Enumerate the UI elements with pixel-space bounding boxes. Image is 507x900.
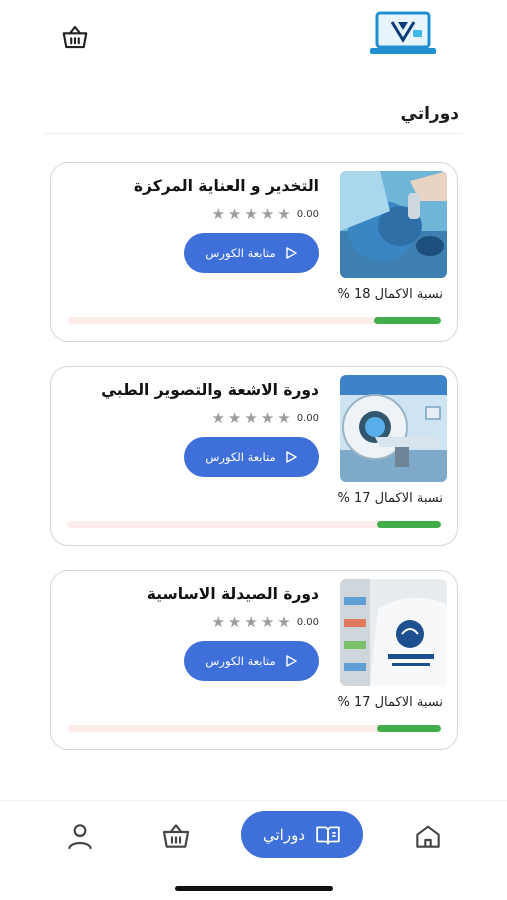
mri-scanner-image <box>340 375 447 482</box>
star-icon: ★ <box>227 613 242 631</box>
course-title[interactable]: دورة الصيدلة الاساسية <box>147 585 319 603</box>
home-icon[interactable] <box>412 820 444 852</box>
course-card[interactable]: دورة الاشعة والتصوير الطبي ★ ★ ★ ★ ★ 0.0… <box>50 366 458 546</box>
star-icon: ★ <box>211 613 225 631</box>
top-bar <box>0 0 507 70</box>
progress-label: نسبة الاكمال 18 % <box>337 287 443 302</box>
star-icon: ★ <box>260 205 275 223</box>
star-icon: ★ <box>277 613 291 631</box>
star-icon: ★ <box>227 409 242 427</box>
continue-course-label: متابعة الكورس <box>205 246 276 260</box>
anesthesia-image <box>340 171 447 278</box>
rating-stars: ★ ★ ★ ★ ★ <box>211 615 290 630</box>
progress-fill <box>377 521 441 528</box>
rating-value: 0.00 <box>296 617 319 628</box>
rating-stars: ★ ★ ★ ★ ★ <box>211 207 290 222</box>
star-icon: ★ <box>244 409 258 427</box>
nav-my-courses-button[interactable]: دوراتي <box>241 811 363 858</box>
bottom-nav: دوراتي <box>0 800 507 900</box>
nav-my-courses-label: دوراتي <box>263 825 306 844</box>
user-icon[interactable] <box>64 820 96 852</box>
star-icon: ★ <box>260 409 275 427</box>
basket-icon[interactable] <box>160 820 192 852</box>
rating-value: 0.00 <box>296 413 319 424</box>
page-title: دوراتي <box>400 104 460 124</box>
course-title[interactable]: التخدير و العناية المركزة <box>134 177 319 195</box>
continue-course-button[interactable]: متابعة الكورس <box>184 437 319 477</box>
continue-course-button[interactable]: متابعة الكورس <box>184 641 319 681</box>
rating-stars: ★ ★ ★ ★ ★ <box>211 411 290 426</box>
rating-row: ★ ★ ★ ★ ★ 0.00 <box>211 207 319 222</box>
play-icon <box>285 451 297 463</box>
star-icon: ★ <box>277 409 291 427</box>
play-icon <box>285 655 297 667</box>
progress-bar <box>67 521 441 528</box>
home-indicator <box>175 886 333 891</box>
divider <box>44 133 463 134</box>
rating-row: ★ ★ ★ ★ ★ 0.00 <box>211 615 319 630</box>
continue-course-label: متابعة الكورس <box>205 654 276 668</box>
course-card[interactable]: دورة الصيدلة الاساسية ★ ★ ★ ★ ★ 0.00 متا… <box>50 570 458 750</box>
star-icon: ★ <box>260 613 275 631</box>
star-icon: ★ <box>277 205 291 223</box>
laptop-logo-icon <box>368 10 438 58</box>
star-icon: ★ <box>244 613 258 631</box>
rating-value: 0.00 <box>296 209 319 220</box>
course-card[interactable]: التخدير و العناية المركزة ★ ★ ★ ★ ★ 0.00… <box>50 162 458 342</box>
play-icon <box>285 247 297 259</box>
course-title[interactable]: دورة الاشعة والتصوير الطبي <box>101 381 319 399</box>
star-icon: ★ <box>244 205 258 223</box>
star-icon: ★ <box>227 205 242 223</box>
progress-fill <box>373 317 441 324</box>
star-icon: ★ <box>211 409 225 427</box>
pharmacy-image <box>340 579 447 686</box>
progress-label: نسبة الاكمال 17 % <box>337 695 443 710</box>
rating-row: ★ ★ ★ ★ ★ 0.00 <box>211 411 319 426</box>
basket-icon[interactable] <box>60 22 90 52</box>
book-icon <box>316 826 340 845</box>
progress-bar <box>67 317 441 324</box>
progress-fill <box>377 725 441 732</box>
progress-label: نسبة الاكمال 17 % <box>337 491 443 506</box>
star-icon: ★ <box>211 205 225 223</box>
progress-bar <box>67 725 441 732</box>
continue-course-label: متابعة الكورس <box>205 450 276 464</box>
continue-course-button[interactable]: متابعة الكورس <box>184 233 319 273</box>
